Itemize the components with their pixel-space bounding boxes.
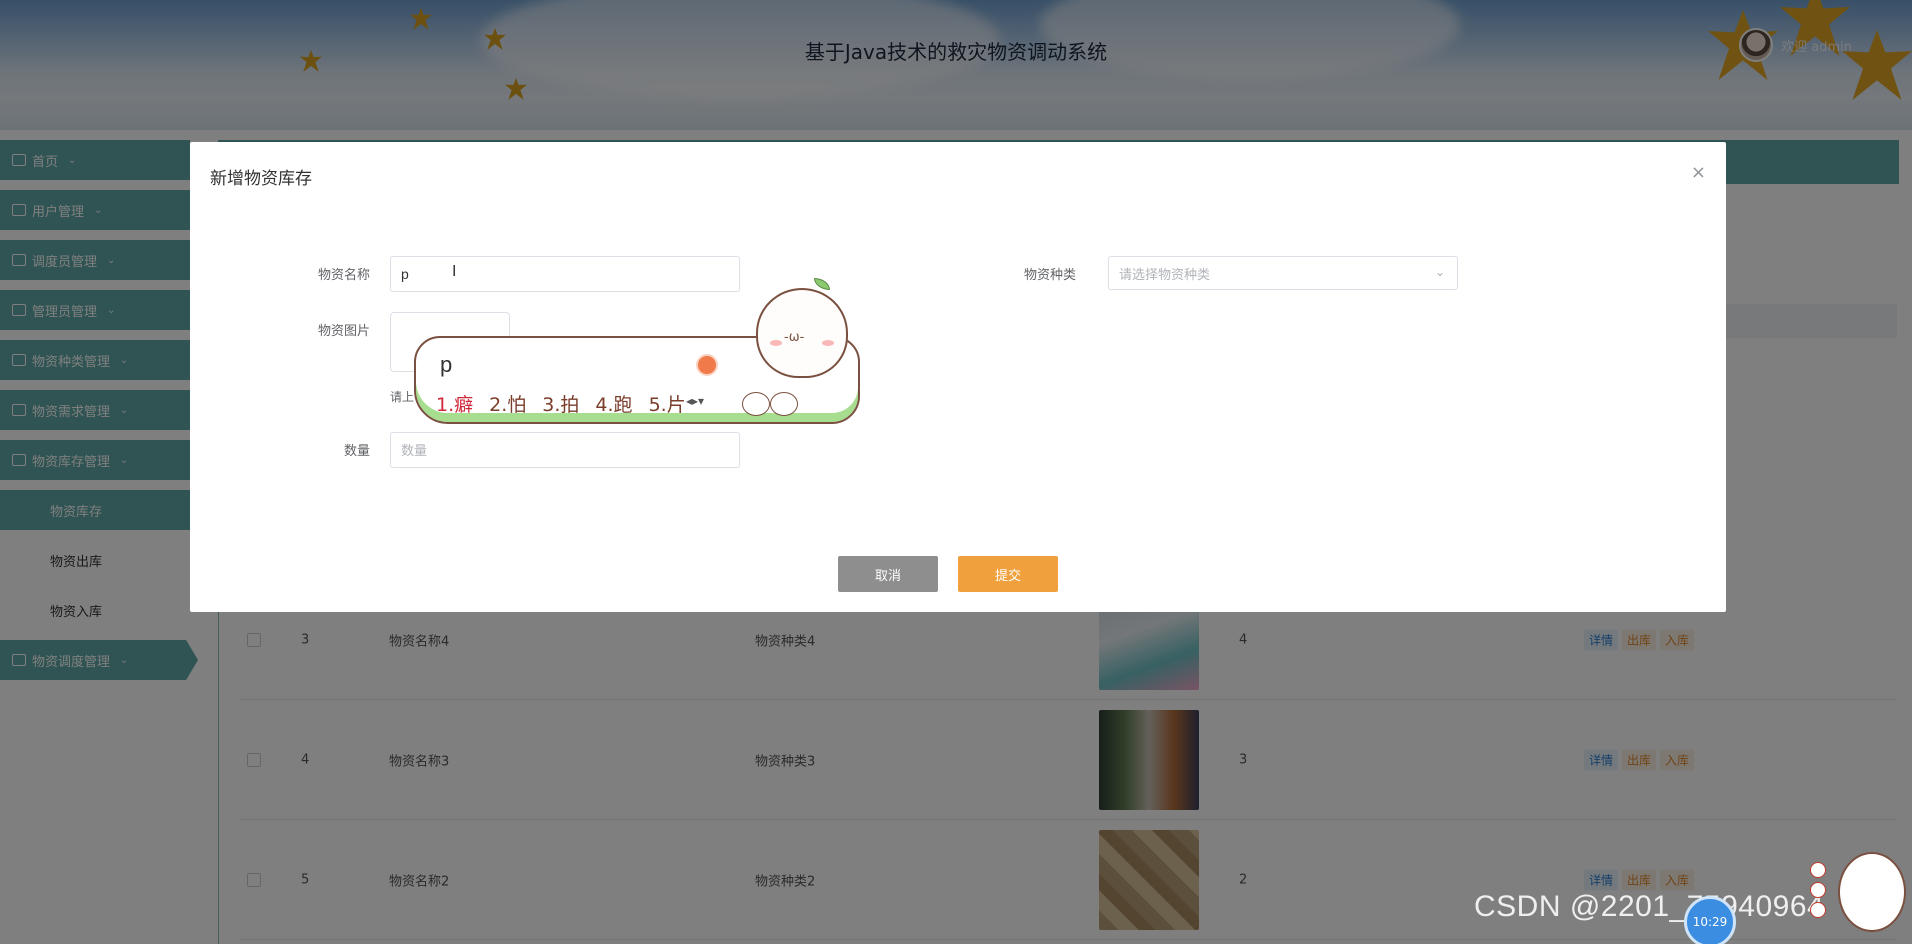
pet-tool-icon[interactable] [1810, 902, 1826, 918]
ime-candidate[interactable]: 5.片 [649, 390, 686, 417]
ime-candidate-popup: p 1.癖 2.怕 3.拍 4.跑 5.片 ◂▸▾ -ω- [414, 278, 860, 424]
quantity-label: 数量 [343, 444, 370, 459]
pet-tool-icon[interactable] [1810, 862, 1826, 878]
image-label: 物资图片 [317, 324, 370, 339]
blush-icon [770, 340, 782, 346]
ime-candidate[interactable]: 1.癖 [436, 390, 473, 417]
category-select[interactable]: 请选择物资种类 ⌄ [1108, 256, 1458, 290]
desktop-pet-icon[interactable] [1838, 852, 1906, 932]
mini-mascot-icon [770, 392, 798, 416]
chevron-down-icon: ⌄ [1434, 265, 1445, 279]
face-icon: -ω- [784, 330, 805, 345]
dialog-title: 新增物资库存 [210, 169, 312, 189]
ime-candidate[interactable]: 2.怕 [489, 390, 526, 417]
close-icon[interactable]: × [1691, 162, 1706, 183]
submit-button[interactable]: 提交 [958, 556, 1058, 592]
category-placeholder: 请选择物资种类 [1119, 267, 1211, 283]
ime-page-arrows-icon[interactable]: ◂▸▾ [686, 394, 704, 408]
pet-tool-icons [1810, 862, 1832, 922]
blush-icon [822, 340, 834, 346]
watermark: CSDN @2201_75940964 [1474, 890, 1825, 923]
quantity-input[interactable] [390, 432, 740, 468]
floating-clock[interactable]: 10:29 [1684, 896, 1736, 944]
mini-mascot-icon [742, 392, 770, 416]
pet-tool-icon[interactable] [1810, 882, 1826, 898]
upload-tip: 请上 [390, 390, 415, 404]
cancel-button[interactable]: 取消 [838, 556, 938, 592]
ime-candidate[interactable]: 4.跑 [595, 390, 632, 417]
text-cursor-icon: I [452, 262, 457, 280]
ime-logo-icon[interactable] [696, 354, 718, 376]
ime-composition: p [440, 352, 453, 377]
name-label: 物资名称 [317, 268, 370, 283]
name-input[interactable] [390, 256, 740, 292]
category-label: 物资种类 [1023, 268, 1076, 283]
ime-candidates: 1.癖 2.怕 3.拍 4.跑 5.片 [436, 390, 686, 417]
mascot-icon: -ω- [756, 278, 848, 378]
ime-candidate[interactable]: 3.拍 [542, 390, 579, 417]
